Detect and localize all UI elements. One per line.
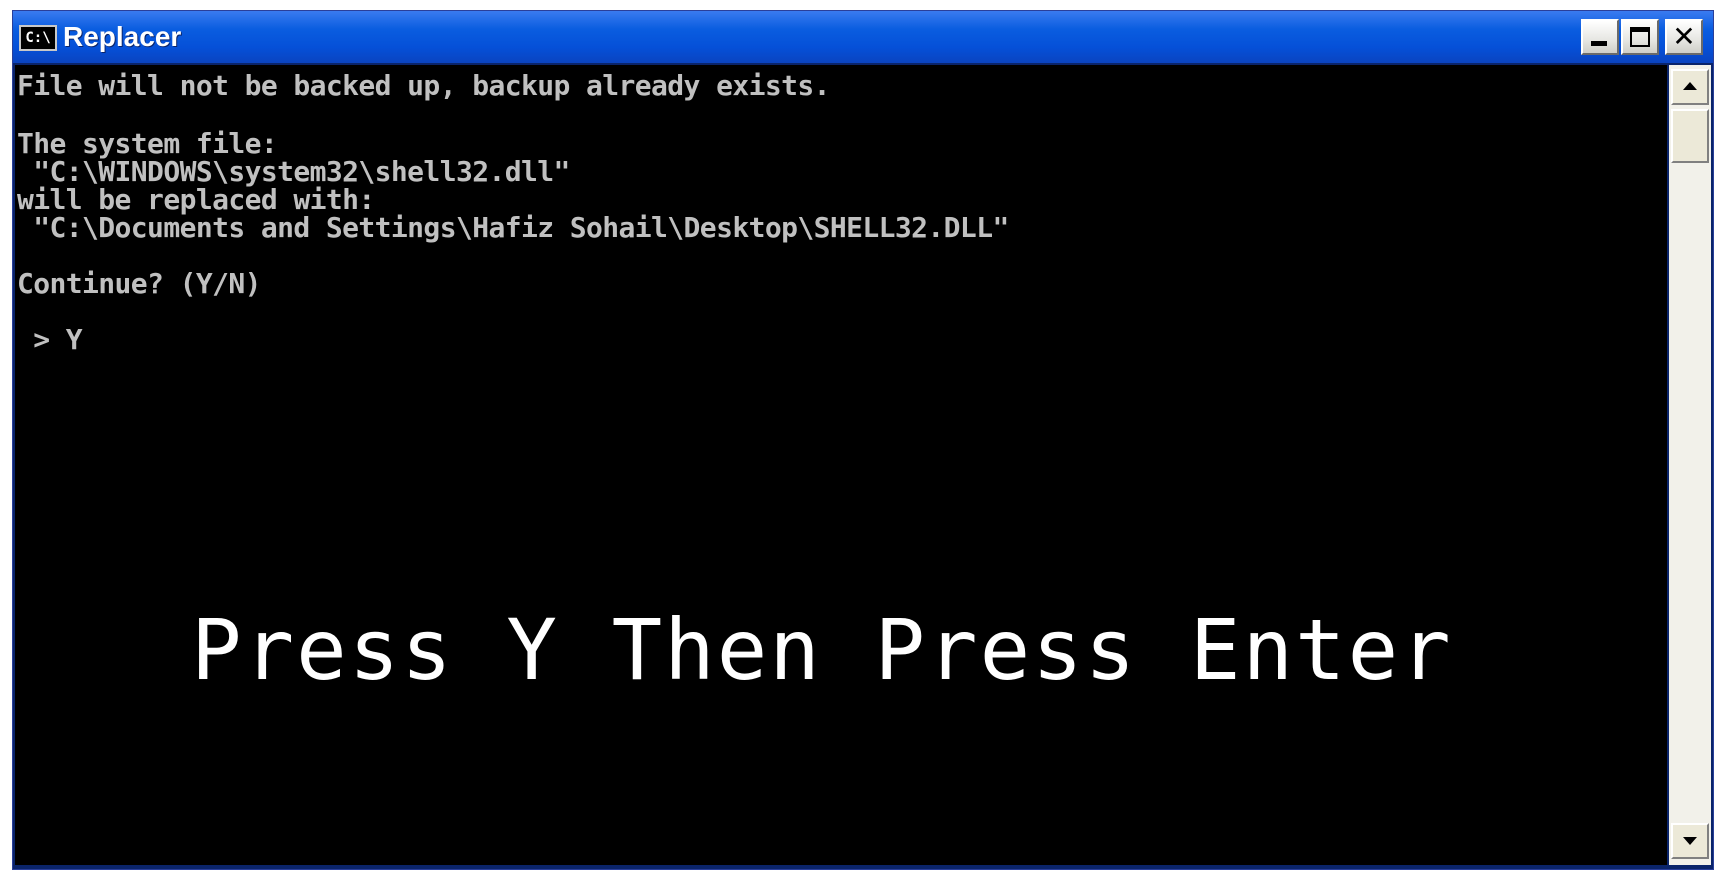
- console-prompt: Continue? (Y/N): [17, 267, 261, 300]
- console-line: File will not be backed up, backup alrea…: [17, 69, 830, 102]
- console-line: "C:\Documents and Settings\Hafiz Sohail\…: [17, 211, 1009, 244]
- console-output[interactable]: File will not be backed up, backup alrea…: [15, 65, 1667, 865]
- scroll-down-button[interactable]: [1671, 823, 1709, 859]
- console-input-line[interactable]: > Y: [17, 325, 82, 355]
- console-window: C:\ Replacer ✕ File will not be backed u…: [12, 10, 1714, 870]
- title-bar[interactable]: C:\ Replacer ✕: [13, 11, 1713, 63]
- arrow-down-icon: [1683, 837, 1697, 845]
- scroll-thumb[interactable]: [1671, 109, 1709, 163]
- instruction-overlay: Press Y Then Press Enter: [191, 601, 1453, 699]
- minimize-button[interactable]: [1581, 19, 1619, 55]
- close-button[interactable]: ✕: [1665, 19, 1703, 55]
- close-icon: ✕: [1672, 20, 1696, 53]
- command-prompt-icon[interactable]: C:\: [19, 25, 57, 51]
- minimize-icon: [1591, 41, 1607, 46]
- arrow-up-icon: [1683, 82, 1697, 90]
- scroll-up-button[interactable]: [1671, 69, 1709, 105]
- window-title: Replacer: [63, 21, 182, 52]
- maximize-button[interactable]: [1621, 19, 1659, 55]
- maximize-icon: [1630, 27, 1650, 47]
- vertical-scrollbar[interactable]: [1669, 65, 1711, 865]
